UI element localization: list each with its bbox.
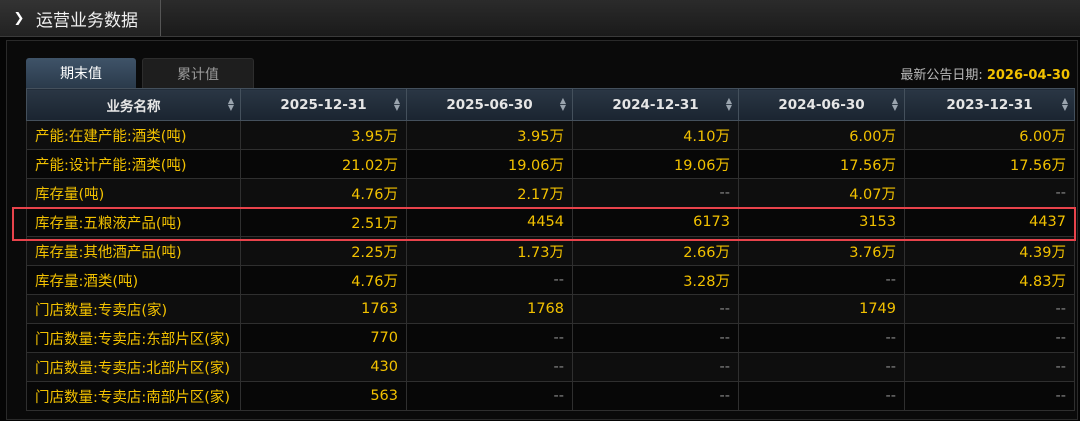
cell-value: 4.10万 bbox=[572, 120, 739, 150]
cell-value: 1763 bbox=[240, 294, 407, 324]
cell-value: 21.02万 bbox=[240, 149, 407, 179]
column-header-date[interactable]: 2024-06-30 ▲ ▼ bbox=[738, 88, 905, 121]
cell-value: 4437 bbox=[904, 207, 1075, 237]
column-header-date[interactable]: 2024-12-31 ▲ ▼ bbox=[572, 88, 739, 121]
cell-empty: -- bbox=[572, 178, 739, 208]
operations-table: 业务名称 ▲ ▼ 2025-12-31 ▲ ▼ 2025-06-30 ▲ ▼ 2024-12… bbox=[26, 88, 1075, 411]
table-row[interactable]: 库存量:五粮液产品(吨) 2.51万 4454 6173 3153 4437 bbox=[26, 207, 1075, 237]
table-row[interactable]: 产能:设计产能:酒类(吨) 21.02万 19.06万 19.06万 17.56万 17.… bbox=[26, 149, 1075, 179]
cell-value: 4.39万 bbox=[904, 236, 1075, 266]
sort-icon[interactable]: ▲ ▼ bbox=[228, 97, 234, 112]
cell-empty: -- bbox=[738, 352, 905, 382]
cell-value: 3153 bbox=[738, 207, 905, 237]
table-row[interactable]: 库存量:酒类(吨) 4.76万 -- 3.28万 -- 4.83万 bbox=[26, 265, 1075, 295]
table-row[interactable]: 库存量(吨) 4.76万 2.17万 -- 4.07万 -- bbox=[26, 178, 1075, 208]
sort-icon[interactable]: ▲ ▼ bbox=[394, 97, 400, 112]
sort-icon[interactable]: ▲ ▼ bbox=[1062, 97, 1068, 112]
cell-empty: -- bbox=[406, 381, 573, 411]
row-label: 库存量:酒类(吨) bbox=[26, 265, 241, 295]
table-row[interactable]: 库存量:其他酒产品(吨) 2.25万 1.73万 2.66万 3.76万 4.39万 bbox=[26, 236, 1075, 266]
cell-value: 6173 bbox=[572, 207, 739, 237]
table-row[interactable]: 门店数量:专卖店:北部片区(家) 430 -- -- -- -- bbox=[26, 352, 1075, 382]
column-header-date[interactable]: 2023-12-31 ▲ ▼ bbox=[904, 88, 1075, 121]
value-tabs: 期末值 累计值 bbox=[26, 58, 260, 90]
cell-value: 17.56万 bbox=[904, 149, 1075, 179]
cell-empty: -- bbox=[904, 178, 1075, 208]
row-label: 产能:在建产能:酒类(吨) bbox=[26, 120, 241, 150]
page-title: 运营业务数据 bbox=[36, 10, 138, 31]
cell-value: 19.06万 bbox=[572, 149, 739, 179]
row-label: 产能:设计产能:酒类(吨) bbox=[26, 149, 241, 179]
cell-value: 430 bbox=[240, 352, 407, 382]
column-header-name[interactable]: 业务名称 ▲ ▼ bbox=[26, 88, 241, 121]
cell-value: 3.28万 bbox=[572, 265, 739, 295]
announcement-date-value: 2026-04-30 bbox=[986, 68, 1070, 83]
table-row[interactable]: 产能:在建产能:酒类(吨) 3.95万 3.95万 4.10万 6.00万 6.00万 bbox=[26, 120, 1075, 150]
table-body: 产能:在建产能:酒类(吨) 3.95万 3.95万 4.10万 6.00万 6.00万 产能… bbox=[26, 120, 1075, 411]
cell-value: 1768 bbox=[406, 294, 573, 324]
cell-value: 2.66万 bbox=[572, 236, 739, 266]
table-row[interactable]: 门店数量:专卖店:南部片区(家) 563 -- -- -- -- bbox=[26, 381, 1075, 411]
cell-empty: -- bbox=[904, 381, 1075, 411]
cell-value: 2.51万 bbox=[240, 207, 407, 237]
cell-empty: -- bbox=[738, 381, 905, 411]
cell-value: 3.95万 bbox=[240, 120, 407, 150]
cell-empty: -- bbox=[572, 381, 739, 411]
cell-empty: -- bbox=[572, 352, 739, 382]
title-tab[interactable]: ❯ 运营业务数据 bbox=[0, 0, 161, 36]
cell-value: 2.17万 bbox=[406, 178, 573, 208]
cell-value: 4.76万 bbox=[240, 178, 407, 208]
row-label: 库存量:其他酒产品(吨) bbox=[26, 236, 241, 266]
sort-icon[interactable]: ▲ ▼ bbox=[726, 97, 732, 112]
cell-empty: -- bbox=[406, 265, 573, 295]
cell-value: 1749 bbox=[738, 294, 905, 324]
cell-empty: -- bbox=[904, 352, 1075, 382]
cell-value: 2.25万 bbox=[240, 236, 407, 266]
cell-empty: -- bbox=[406, 323, 573, 353]
cell-value: 6.00万 bbox=[738, 120, 905, 150]
cell-value: 4.07万 bbox=[738, 178, 905, 208]
chevron-right-icon[interactable]: ❯ bbox=[8, 11, 30, 26]
announcement-label: 最新公告日期: bbox=[900, 68, 983, 83]
column-header-date[interactable]: 2025-12-31 ▲ ▼ bbox=[240, 88, 407, 121]
cell-value: 1.73万 bbox=[406, 236, 573, 266]
cell-value: 4.76万 bbox=[240, 265, 407, 295]
cell-empty: -- bbox=[406, 352, 573, 382]
row-label: 库存量:五粮液产品(吨) bbox=[26, 207, 241, 237]
cell-value: 6.00万 bbox=[904, 120, 1075, 150]
row-label: 门店数量:专卖店:北部片区(家) bbox=[26, 352, 241, 382]
column-header-date[interactable]: 2025-06-30 ▲ ▼ bbox=[406, 88, 573, 121]
cell-empty: -- bbox=[904, 323, 1075, 353]
cell-value: 563 bbox=[240, 381, 407, 411]
row-label: 门店数量:专卖店:南部片区(家) bbox=[26, 381, 241, 411]
tab-cumulative[interactable]: 累计值 bbox=[142, 58, 254, 90]
cell-value: 3.76万 bbox=[738, 236, 905, 266]
table-header-row: 业务名称 ▲ ▼ 2025-12-31 ▲ ▼ 2025-06-30 ▲ ▼ 2024-12… bbox=[26, 88, 1075, 121]
title-bar: ❯ 运营业务数据 bbox=[0, 0, 1080, 37]
row-label: 库存量(吨) bbox=[26, 178, 241, 208]
table-row[interactable]: 门店数量:专卖店:东部片区(家) 770 -- -- -- -- bbox=[26, 323, 1075, 353]
cell-empty: -- bbox=[572, 323, 739, 353]
sort-icon[interactable]: ▲ ▼ bbox=[560, 97, 566, 112]
cell-value: 4.83万 bbox=[904, 265, 1075, 295]
cell-value: 3.95万 bbox=[406, 120, 573, 150]
cell-value: 4454 bbox=[406, 207, 573, 237]
cell-empty: -- bbox=[738, 265, 905, 295]
announcement-date: 最新公告日期: 2026-04-30 bbox=[900, 64, 1070, 83]
table-row[interactable]: 门店数量:专卖店(家) 1763 1768 -- 1749 -- bbox=[26, 294, 1075, 324]
cell-empty: -- bbox=[572, 294, 739, 324]
cell-empty: -- bbox=[738, 323, 905, 353]
sort-icon[interactable]: ▲ ▼ bbox=[892, 97, 898, 112]
cell-empty: -- bbox=[904, 294, 1075, 324]
row-label: 门店数量:专卖店:东部片区(家) bbox=[26, 323, 241, 353]
cell-value: 17.56万 bbox=[738, 149, 905, 179]
cell-value: 770 bbox=[240, 323, 407, 353]
tab-period-end[interactable]: 期末值 bbox=[26, 58, 136, 88]
row-label: 门店数量:专卖店(家) bbox=[26, 294, 241, 324]
cell-value: 19.06万 bbox=[406, 149, 573, 179]
